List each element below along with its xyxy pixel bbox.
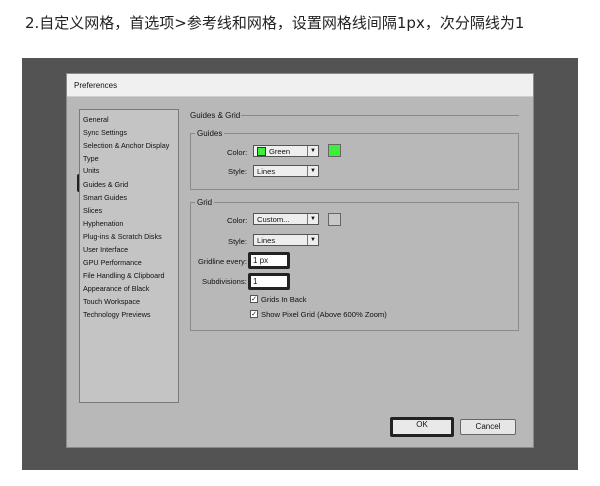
grid-color-swatch[interactable] <box>328 213 341 226</box>
guides-style-select[interactable]: Lines ▼ <box>253 165 319 177</box>
category-appearance-of-black[interactable]: Appearance of Black <box>83 284 149 293</box>
category-plugins-scratch-disks[interactable]: Plug-ins & Scratch Disks <box>83 232 162 241</box>
show-pixel-grid-label: Show Pixel Grid (Above 600% Zoom) <box>261 310 387 319</box>
ok-button[interactable]: OK <box>390 417 454 437</box>
chevron-down-icon: ▼ <box>307 166 318 176</box>
guides-style-value: Lines <box>257 167 276 176</box>
gridline-every-label: Gridline every: <box>198 257 247 266</box>
grid-style-select[interactable]: Lines ▼ <box>253 234 319 246</box>
grids-in-back-checkbox[interactable]: ✓ <box>250 295 258 303</box>
cancel-button[interactable]: Cancel <box>460 419 516 435</box>
category-selection-anchor-display[interactable]: Selection & Anchor Display <box>83 141 169 150</box>
category-units[interactable]: Units <box>83 166 99 175</box>
chevron-down-icon: ▼ <box>307 235 318 245</box>
category-sync-settings[interactable]: Sync Settings <box>83 128 127 137</box>
category-guides-grid[interactable]: Guides & Grid <box>83 180 128 189</box>
grid-color-value: Custom... <box>257 215 290 224</box>
chevron-down-icon: ▼ <box>307 214 318 224</box>
category-general[interactable]: General <box>83 115 109 124</box>
guides-color-value: Green <box>269 147 291 156</box>
section-title: Guides & Grid <box>190 111 241 120</box>
section-divider <box>241 115 519 116</box>
instruction-caption: 2.自定义网格，首选项>参考线和网格，设置网格线间隔1px，次分隔线为1 <box>25 14 525 32</box>
guides-color-label: Color: <box>227 148 248 157</box>
category-touch-workspace[interactable]: Touch Workspace <box>83 297 140 306</box>
grid-color-label: Color: <box>227 216 248 225</box>
gridline-every-input[interactable]: 1 px <box>248 252 290 269</box>
subdivisions-value: 1 <box>253 277 258 286</box>
grid-style-label: Style: <box>228 237 247 246</box>
category-type[interactable]: Type <box>83 154 99 163</box>
guides-color-select[interactable]: Green ▼ <box>253 145 319 157</box>
category-hyphenation[interactable]: Hyphenation <box>83 219 123 228</box>
category-file-handling-clipboard[interactable]: File Handling & Clipboard <box>83 271 165 280</box>
subdivisions-input[interactable]: 1 <box>248 273 290 290</box>
category-technology-previews[interactable]: Technology Previews <box>83 310 151 319</box>
guides-group: Guides <box>190 129 519 190</box>
guides-color-chip <box>257 147 266 156</box>
grids-in-back-label: Grids In Back <box>261 295 307 304</box>
category-gpu-performance[interactable]: GPU Performance <box>83 258 142 267</box>
dialog-title: Preferences <box>74 81 118 90</box>
guides-legend: Guides <box>197 129 223 138</box>
category-slices[interactable]: Slices <box>83 206 102 215</box>
grid-color-select[interactable]: Custom... ▼ <box>253 213 319 225</box>
gridline-every-value: 1 px <box>253 256 269 265</box>
category-smart-guides[interactable]: Smart Guides <box>83 193 127 202</box>
preferences-dialog: Preferences General Sync Settings Select… <box>66 73 534 448</box>
subdivisions-label: Subdivisions: <box>202 277 247 286</box>
show-pixel-grid-checkbox[interactable]: ✓ <box>250 310 258 318</box>
grid-legend: Grid <box>197 198 213 207</box>
dialog-titlebar: Preferences <box>67 74 533 97</box>
category-user-interface[interactable]: User Interface <box>83 245 128 254</box>
preferences-category-list[interactable]: General Sync Settings Selection & Anchor… <box>79 109 179 403</box>
chevron-down-icon: ▼ <box>307 146 318 156</box>
guides-style-label: Style: <box>228 167 247 176</box>
grid-style-value: Lines <box>257 236 276 245</box>
guides-color-swatch[interactable] <box>328 144 341 157</box>
